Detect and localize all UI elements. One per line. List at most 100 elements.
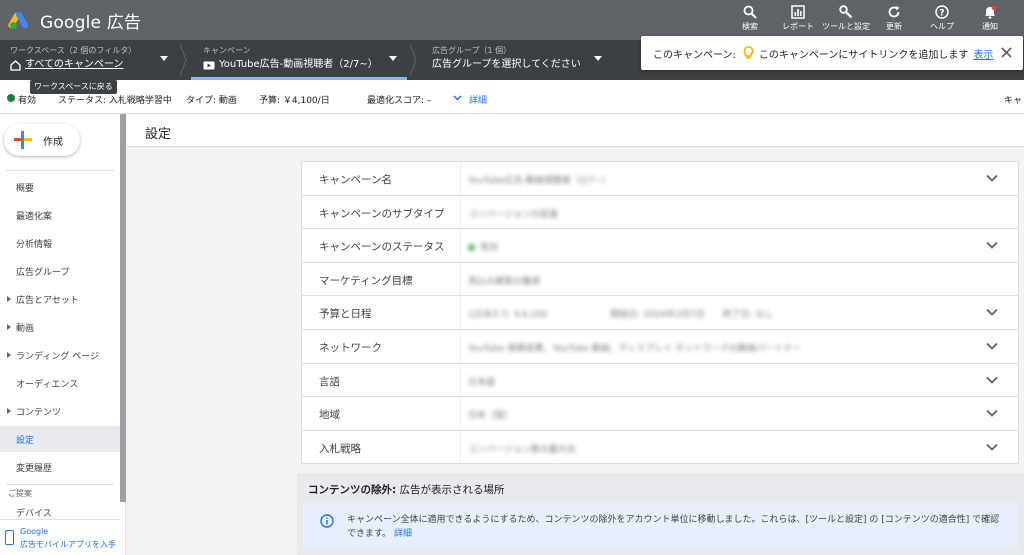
setting-value: 1日あたり ￥4,100 開始日: 2024年2月7日 終了日: なし bbox=[468, 310, 774, 321]
status-dot-icon bbox=[468, 244, 475, 252]
wrench-icon bbox=[838, 4, 854, 20]
sidebar-item-label: 設定 bbox=[16, 435, 35, 446]
notice-prefix: このキャンペーン: bbox=[653, 49, 736, 61]
setting-label: 予算と日程 bbox=[319, 308, 372, 321]
setting-row-campaign-name[interactable]: キャンペーン名 YouTube広告-動画視聴者（2/7~） bbox=[302, 162, 1018, 196]
setting-row-networks[interactable]: ネットワーク YouTube 検索結果、YouTube 動画、ディスプレイ ネッ… bbox=[302, 330, 1018, 364]
sidebar-item-label: デバイス bbox=[16, 508, 52, 519]
google-ads-logo[interactable]: Google 広告 bbox=[7, 8, 141, 33]
search-label: 検索 bbox=[742, 22, 758, 31]
chevron-down-icon bbox=[389, 56, 397, 61]
breadcrumb-separator-icon bbox=[409, 44, 417, 76]
sidebar-item-ads-assets[interactable]: 広告とアセット bbox=[0, 286, 120, 312]
setting-label: ネットワーク bbox=[319, 342, 382, 354]
sidebar-item-insights[interactable]: 分析情報 bbox=[0, 230, 120, 256]
expand-arrow-icon bbox=[7, 296, 11, 302]
sidebar-item-ad-groups[interactable]: 広告グループ bbox=[0, 258, 120, 284]
adgroup-selector[interactable]: 広告グループ（1 個） 広告グループを選択してください bbox=[432, 40, 612, 80]
setting-label: 言語 bbox=[319, 375, 340, 388]
lightbulb-icon bbox=[743, 46, 754, 60]
campaign-status-bar: 有効 ステータス: 入札戦略学習中 タイプ: 動画 予算: ￥4,100/日 最… bbox=[0, 80, 1024, 114]
create-label: 作成 bbox=[43, 136, 63, 148]
refresh-icon bbox=[886, 4, 902, 20]
search-icon bbox=[742, 4, 758, 20]
notifications-button[interactable]: 通知 bbox=[966, 0, 1014, 40]
sidebar-item-landing-pages[interactable]: ランディング ページ bbox=[0, 342, 120, 368]
sidebar-item-label: 分析情報 bbox=[16, 239, 53, 250]
notice-view-link[interactable]: 表示 bbox=[973, 46, 993, 61]
sidebar-scrollbar[interactable] bbox=[120, 114, 126, 502]
help-icon: ? bbox=[934, 4, 950, 20]
status-dot-icon bbox=[7, 94, 15, 102]
setting-row-budget-dates[interactable]: 予算と日程 1日あたり ￥4,100 開始日: 2024年2月7日 終了日: な… bbox=[302, 296, 1018, 330]
sidebar: 作成 概要 最適化案 分析情報 広告グループ 広告とアセット 動画 ランディング… bbox=[0, 114, 126, 555]
refresh-button[interactable]: 更新 bbox=[870, 0, 918, 40]
sidebar-item-videos[interactable]: 動画 bbox=[0, 314, 120, 340]
setting-label: キャンペーン名 bbox=[319, 174, 392, 186]
breadcrumb-separator-icon bbox=[179, 44, 187, 76]
chevron-down-icon[interactable] bbox=[986, 376, 998, 384]
page-header: 設定 bbox=[127, 114, 1024, 147]
chevron-down-icon[interactable] bbox=[986, 443, 998, 451]
exclusion-info-text-wrap: キャンペーン全体に適用できるようにするため、コンテンツの除外をアカウント単位に移… bbox=[347, 513, 1007, 541]
campaign-main-label: YouTube広告-動画視聴者（2/7~） bbox=[219, 59, 378, 70]
tools-button[interactable]: ツールと設定 bbox=[822, 0, 870, 40]
sidebar-item-content[interactable]: コンテンツ bbox=[0, 398, 120, 424]
expand-arrow-icon bbox=[7, 324, 11, 330]
chevron-down-icon bbox=[160, 56, 168, 61]
sidebar-item-audiences[interactable]: オーディエンス bbox=[0, 370, 120, 396]
setting-value: 日本語 bbox=[468, 377, 496, 388]
sidebar-item-recommendations[interactable]: 最適化案 bbox=[0, 202, 120, 228]
video-icon bbox=[203, 61, 215, 70]
chevron-down-icon[interactable] bbox=[986, 174, 998, 182]
home-icon bbox=[10, 59, 21, 71]
help-button[interactable]: ? ヘルプ bbox=[918, 0, 966, 40]
expand-arrow-icon bbox=[7, 352, 11, 358]
chevron-down-icon[interactable] bbox=[986, 241, 998, 249]
sidebar-item-label: コンテンツ bbox=[16, 407, 62, 418]
setting-value: 日本（国） bbox=[468, 411, 514, 422]
workspace-main-label: すべてのキャンペーン bbox=[25, 59, 124, 70]
sidebar-item-change-history[interactable]: 変更履歴 bbox=[0, 454, 120, 480]
sidebar-item-settings[interactable]: 設定 bbox=[0, 426, 120, 452]
setting-row-languages[interactable]: 言語 日本語 bbox=[302, 364, 1018, 398]
setting-row-locations[interactable]: 地域 日本（国） bbox=[302, 397, 1018, 431]
notifications-label: 通知 bbox=[982, 22, 998, 31]
workspace-selector[interactable]: ワークスペース（2 個のフィルタ） すべてのキャンペーン bbox=[10, 40, 170, 80]
campaign-selector[interactable]: キャンペーン YouTube広告-動画視聴者（2/7~） bbox=[203, 40, 403, 80]
exclusion-details-link[interactable]: 詳細 bbox=[394, 529, 412, 539]
chevron-down-icon[interactable] bbox=[986, 409, 998, 417]
close-icon[interactable] bbox=[1000, 46, 1013, 59]
sidebar-item-overview[interactable]: 概要 bbox=[0, 174, 120, 200]
details-link[interactable]: 詳細 bbox=[469, 93, 487, 106]
search-button[interactable]: 検索 bbox=[726, 0, 774, 40]
setting-label: マーケティング目標 bbox=[319, 274, 413, 287]
content-exclusions-title: コンテンツの除外: 広告が表示される場所 bbox=[308, 482, 505, 497]
setting-value-wrap: 有効 bbox=[468, 240, 498, 253]
adgroup-small-label: 広告グループ（1 個） bbox=[432, 46, 512, 55]
reports-button[interactable]: レポート bbox=[774, 0, 822, 40]
google-ads-logo-icon bbox=[7, 10, 32, 30]
sidebar-item-label: ランディング ページ bbox=[16, 351, 100, 362]
tools-label: ツールと設定 bbox=[822, 22, 870, 31]
sitelink-notification: このキャンペーン: このキャンペーンにサイトリンクを追加します 表示 bbox=[641, 36, 1023, 70]
promo-line-1: Google bbox=[20, 527, 49, 536]
create-button[interactable]: 作成 bbox=[4, 124, 80, 156]
help-label: ヘルプ bbox=[930, 22, 954, 31]
sidebar-divider bbox=[6, 170, 114, 171]
chevron-down-icon[interactable] bbox=[986, 308, 998, 317]
mobile-app-promo[interactable]: Google 広告モバイルアプリを入手 bbox=[0, 519, 120, 555]
sidebar-item-label: オーディエンス bbox=[16, 379, 79, 390]
status-enabled[interactable]: 有効 bbox=[18, 93, 36, 106]
setting-row-status[interactable]: キャンペーンのステータス 有効 bbox=[302, 229, 1018, 263]
chevron-down-icon[interactable] bbox=[453, 93, 462, 102]
exclusion-title-bold: コンテンツの除外: bbox=[308, 484, 397, 496]
sidebar-item-label: 概要 bbox=[16, 183, 35, 194]
setting-label: キャンペーンのサブタイプ bbox=[319, 207, 445, 220]
setting-value: YouTube広告-動画視聴者（2/7~） bbox=[468, 176, 611, 186]
sidebar-item-label: 広告とアセット bbox=[16, 295, 79, 306]
sidebar-item-label: 動画 bbox=[16, 323, 35, 334]
chevron-down-icon[interactable] bbox=[986, 342, 998, 350]
setting-row-bidding[interactable]: 入札戦略 コンバージョン数の最大化 bbox=[302, 431, 1018, 465]
back-to-workspace-tooltip: ワークスペースに戻る bbox=[30, 80, 117, 94]
